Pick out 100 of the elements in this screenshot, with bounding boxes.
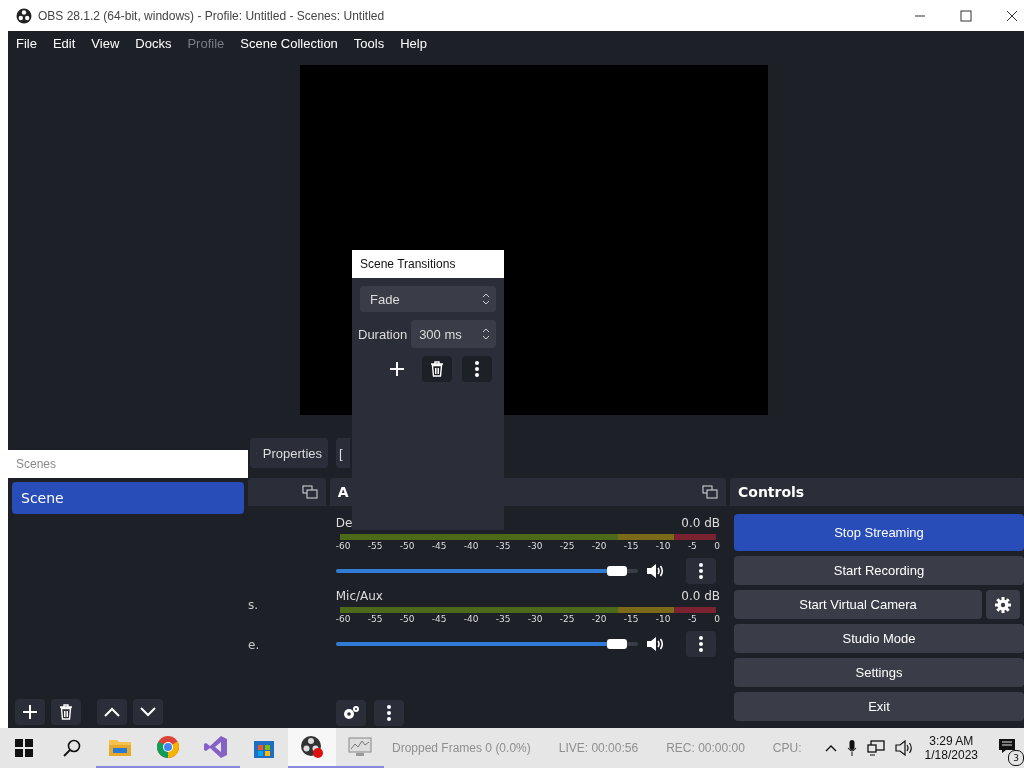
undock-icon[interactable]	[702, 485, 718, 499]
caret-down-icon	[140, 707, 156, 717]
menu-item[interactable]: Tools	[345, 36, 393, 51]
channel-name: Mic/Aux	[335, 589, 383, 603]
menu-item[interactable]: Docks	[127, 36, 180, 51]
menu-item[interactable]: View	[83, 36, 128, 51]
settings-button[interactable]	[986, 590, 1020, 619]
meter-tick-label: 0	[714, 614, 720, 624]
kebab-icon	[699, 636, 703, 652]
meter-tick-label: -25	[559, 541, 575, 551]
spin-arrows-icon	[482, 328, 490, 340]
channel-reading: 0.0 dB	[681, 589, 720, 603]
control-button[interactable]: Studio Mode	[734, 624, 1024, 653]
more-button[interactable]	[462, 356, 492, 382]
meter-tick-label: 0	[714, 541, 720, 551]
meter-tick-label: -20	[591, 614, 607, 624]
caret-up-icon	[104, 707, 120, 717]
search-icon[interactable]	[63, 739, 81, 757]
advanced-audio-button[interactable]	[335, 700, 366, 726]
start-icon[interactable]	[15, 739, 33, 757]
notification-icon[interactable]	[998, 738, 1016, 754]
app-logo-icon	[16, 7, 32, 24]
volume-slider[interactable]	[335, 569, 638, 573]
dock-title: Scene Transitions	[360, 257, 456, 271]
trash-icon	[429, 361, 445, 377]
speaker-icon[interactable]	[894, 740, 913, 756]
spin-arrows-icon	[482, 293, 490, 305]
microphone-icon[interactable]	[846, 740, 857, 756]
menu-item[interactable]: Scene Collection	[232, 36, 346, 51]
meter-tick-label: -50	[399, 614, 415, 624]
transition-dropdown[interactable]: Fade	[360, 286, 496, 312]
meter-tick-label: -50	[399, 541, 415, 551]
meter-tick-label: -45	[431, 541, 447, 551]
properties-button[interactable]: Properties	[250, 438, 328, 468]
meter-tick-label: -30	[527, 614, 543, 624]
meter-tick-label: -60	[335, 541, 351, 551]
clock-date[interactable]: 1/18/2023	[924, 748, 978, 762]
plus-icon	[389, 361, 405, 377]
maximize-icon[interactable]	[960, 9, 972, 22]
undock-icon[interactable]	[301, 485, 318, 499]
add-button[interactable]	[15, 699, 45, 725]
monitor-icon[interactable]	[348, 737, 372, 757]
status-text: CPU:	[772, 741, 802, 755]
window-title: OBS 28.1.2 (64-bit, windows) - Profile: Untitled - Scenes: Untitled	[38, 8, 385, 23]
move-down-button[interactable]	[133, 699, 163, 725]
meter-tick-label: -10	[655, 614, 671, 624]
channel-name: De	[335, 516, 353, 530]
channel-reading: 0.0 dB	[681, 516, 720, 530]
meter-tick-label: -30	[527, 541, 543, 551]
meter-tick-label: -25	[559, 614, 575, 624]
sources-hint-text: e.	[248, 638, 260, 652]
meter-tick-label: -15	[623, 614, 639, 624]
kebab-icon	[386, 705, 391, 721]
speaker-icon[interactable]	[646, 563, 664, 579]
control-button[interactable]: Settings	[734, 658, 1024, 687]
speaker-icon[interactable]	[646, 636, 664, 652]
meter-tick-label: -45	[431, 614, 447, 624]
meter-tick-label: -55	[367, 614, 383, 624]
meter-tick-label: -40	[463, 614, 479, 624]
folder-icon[interactable]	[108, 737, 132, 757]
delete-button[interactable]	[422, 356, 452, 382]
dock-title: Controls	[738, 484, 805, 500]
network-icon[interactable]	[866, 740, 885, 756]
control-button[interactable]: Stop Streaming	[734, 514, 1024, 551]
kebab-icon	[699, 563, 703, 579]
sources-hint-text: s.	[248, 598, 259, 612]
filters-button[interactable]: [	[336, 438, 350, 468]
recording-app-icon[interactable]	[300, 735, 324, 759]
menu-item[interactable]: Edit	[44, 36, 84, 51]
meter-tick-label: -40	[463, 541, 479, 551]
caret-up-icon[interactable]	[824, 744, 837, 752]
meter-tick-label: -55	[367, 541, 383, 551]
control-button[interactable]: Start Virtual Camera	[734, 590, 982, 619]
kebab-icon	[475, 361, 479, 377]
browser-icon[interactable]	[156, 735, 180, 759]
meter-tick-label: -35	[495, 614, 511, 624]
more-button[interactable]	[686, 631, 716, 657]
meter-tick-label: -20	[591, 541, 607, 551]
menu-item[interactable]: File	[8, 36, 45, 51]
volume-slider[interactable]	[335, 642, 638, 646]
duration-field[interactable]: 300 ms	[411, 320, 496, 348]
meter-tick-label: -5	[687, 614, 697, 624]
control-button[interactable]: Exit	[734, 692, 1024, 721]
plus-icon	[22, 704, 38, 720]
more-button[interactable]	[686, 558, 716, 584]
more-button[interactable]	[373, 700, 404, 726]
meter-tick-label: -15	[623, 541, 639, 551]
dock-title: Scenes	[16, 457, 57, 471]
ide-icon[interactable]	[204, 735, 228, 759]
meter-tick-label: -60	[335, 614, 351, 624]
notification-count-badge: 3	[1008, 750, 1024, 766]
meter-tick-label: -5	[687, 541, 697, 551]
control-button[interactable]: Start Recording	[734, 556, 1024, 585]
clock-time[interactable]: 3:29 AM	[929, 734, 974, 748]
scene-item[interactable]: Scene	[12, 482, 244, 514]
delete-button[interactable]	[51, 699, 81, 725]
move-up-button[interactable]	[97, 699, 127, 725]
duration-label: Duration	[358, 326, 408, 342]
menu-item[interactable]: Help	[392, 36, 435, 51]
close-icon[interactable]	[1006, 9, 1018, 22]
